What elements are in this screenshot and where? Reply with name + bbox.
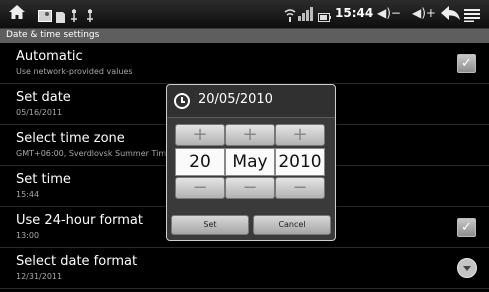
month-increment-button[interactable]: + <box>225 124 275 146</box>
setting-title: Select time zone <box>16 131 125 146</box>
month-picker: + May − <box>225 124 275 199</box>
setting-subtitle: 12/31/2011 <box>16 272 63 281</box>
month-decrement-button[interactable]: − <box>225 177 275 199</box>
setting-subtitle: 13:00 <box>16 231 40 240</box>
usb-icon <box>70 7 78 26</box>
status-bar: 15:44 ◀)− ◀)+ <box>0 0 489 29</box>
setting-title: Automatic <box>16 49 83 64</box>
day-increment-button[interactable]: + <box>175 124 225 146</box>
home-icon[interactable] <box>8 3 26 25</box>
setting-title: Set time <box>16 172 71 187</box>
setting-subtitle: Use network-provided values <box>16 67 133 76</box>
section-header: Date & time settings <box>0 29 489 43</box>
back-icon[interactable] <box>441 6 461 25</box>
usb-icon <box>86 7 94 26</box>
dialog-title: 20/05/2010 <box>198 92 273 107</box>
year-picker: + 2010 − <box>275 124 325 199</box>
setting-automatic[interactable]: Automatic Use network-provided values ✓ <box>0 44 489 84</box>
section-header-title: Date & time settings <box>6 30 100 40</box>
clock-icon <box>174 93 190 109</box>
year-decrement-button[interactable]: − <box>275 177 325 199</box>
status-time: 15:44 <box>335 6 374 20</box>
dropdown-icon[interactable] <box>457 258 477 278</box>
day-picker: + 20 − <box>175 124 225 199</box>
menu-icon[interactable] <box>464 7 480 26</box>
setting-title: Use 24-hour format <box>16 213 143 228</box>
dialog-title-bar: 20/05/2010 <box>167 85 335 118</box>
volume-down-icon[interactable]: ◀)− <box>377 6 401 20</box>
setting-subtitle: 15:44 <box>16 190 40 199</box>
setting-title: Set date <box>16 90 71 105</box>
automatic-checkbox[interactable]: ✓ <box>457 54 476 73</box>
24-hour-checkbox[interactable]: ✓ <box>457 218 476 237</box>
battery-icon <box>318 8 331 27</box>
wifi-icon <box>284 7 296 26</box>
setting-date-format[interactable]: Select date format 12/31/2011 <box>0 249 489 289</box>
cancel-button[interactable]: Cancel <box>253 215 331 235</box>
day-value[interactable]: 20 <box>175 148 225 176</box>
photo-icon <box>38 7 52 26</box>
year-increment-button[interactable]: + <box>275 124 325 146</box>
setting-subtitle: 05/16/2011 <box>16 108 63 117</box>
setting-title: Select date format <box>16 254 138 269</box>
sd-card-icon <box>56 8 65 27</box>
signal-icon <box>298 6 314 25</box>
volume-up-icon[interactable]: ◀)+ <box>412 6 436 20</box>
setting-subtitle: GMT+06:00, Sverdlovsk Summer Time <box>16 149 172 158</box>
day-decrement-button[interactable]: − <box>175 177 225 199</box>
month-value[interactable]: May <box>225 148 275 176</box>
year-value[interactable]: 2010 <box>275 148 325 176</box>
set-button[interactable]: Set <box>171 215 249 235</box>
date-picker-dialog: 20/05/2010 + 20 − + May − + 2010 − Set C… <box>166 84 336 241</box>
